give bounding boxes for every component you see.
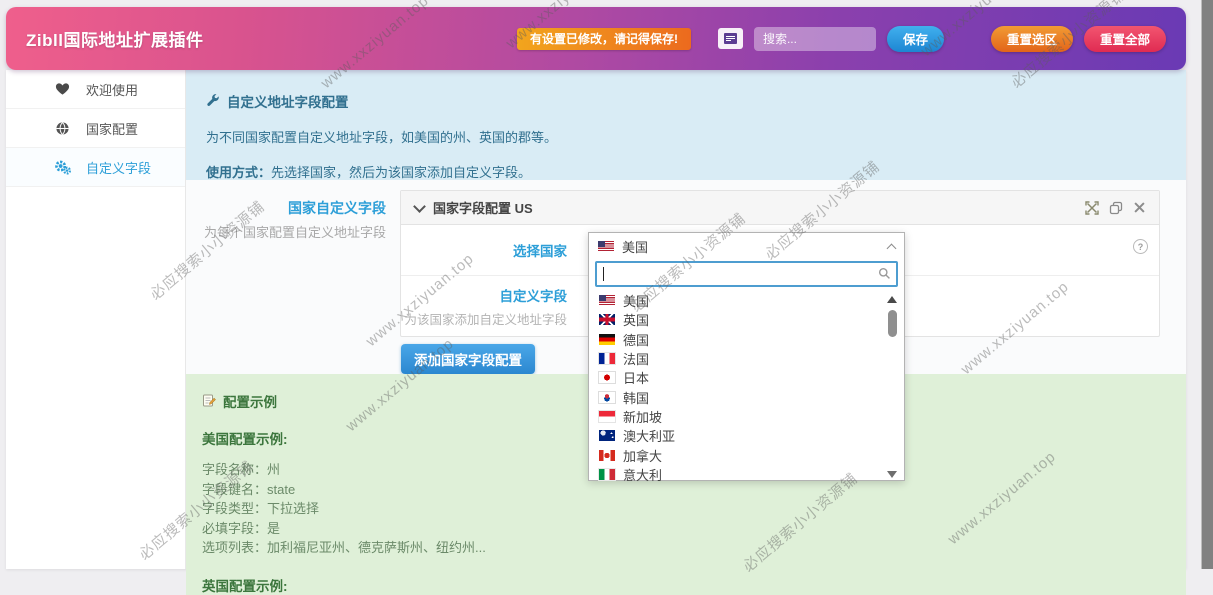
flag-jp-icon <box>599 372 615 383</box>
flag-sg-icon <box>599 411 615 422</box>
country-select-display[interactable]: 美国 <box>589 233 904 259</box>
scroll-up-arrow[interactable] <box>887 296 897 303</box>
country-option-label: 德国 <box>623 330 649 349</box>
sidebar-item-label: 国家配置 <box>86 119 138 138</box>
options-panel-button[interactable] <box>718 28 743 49</box>
selected-country-name: 美国 <box>622 237 648 256</box>
add-country-config-button[interactable]: 添加国家字段配置 <box>401 344 535 374</box>
country-option-label: 新加坡 <box>623 407 662 426</box>
country-option-label: 韩国 <box>623 388 649 407</box>
example-line: 字段类型：下拉选择 <box>202 499 1166 519</box>
country-option-label: 加拿大 <box>623 446 662 465</box>
country-option-gb[interactable]: 英国 <box>589 310 904 329</box>
info-title: 自定义地址字段配置 <box>227 91 349 111</box>
country-option-de[interactable]: 德国 <box>589 330 904 349</box>
panel-grid-icon <box>724 33 737 44</box>
wrench-icon <box>206 93 220 110</box>
country-option-au[interactable]: 澳大利亚 <box>589 426 904 445</box>
text-caret <box>603 267 604 281</box>
selected-country-flag <box>598 241 614 252</box>
flag-ca-icon <box>599 450 615 461</box>
info-box: 自定义地址字段配置 为不同国家配置自定义地址字段，如美国的州、英国的郡等。 使用… <box>186 70 1186 180</box>
chevron-up-icon <box>887 243 897 253</box>
copy-icon[interactable] <box>1108 200 1123 215</box>
country-option-label: 澳大利亚 <box>623 426 675 445</box>
custom-fields-label: 自定义字段 <box>401 285 567 305</box>
example-line: 必填字段：是 <box>202 519 1166 539</box>
page-title: Zibll国际地址扩展插件 <box>26 26 203 51</box>
expand-icon[interactable] <box>1084 200 1099 215</box>
help-icon[interactable]: ? <box>1133 239 1148 254</box>
flag-au-icon <box>599 430 615 441</box>
country-option-label: 日本 <box>623 368 649 387</box>
close-icon[interactable] <box>1132 200 1147 215</box>
memo-icon <box>202 393 216 410</box>
select-country-label: 选择国家 <box>401 240 567 260</box>
sidebar-menu: 欢迎使用国家配置自定义字段 <box>6 70 186 569</box>
country-options-list: 美国英国德国法国日本韩国新加坡澳大利亚加拿大意大利 <box>589 291 904 483</box>
country-option-ca[interactable]: 加拿大 <box>589 445 904 464</box>
scroll-down-arrow[interactable] <box>887 471 897 478</box>
info-line: 为不同国家配置自定义地址字段，如美国的州、英国的郡等。 <box>206 127 1162 146</box>
flag-de-icon <box>599 334 615 345</box>
examples-title: 配置示例 <box>223 391 277 411</box>
flag-us-icon <box>599 295 615 306</box>
magnifier-icon <box>878 267 891 285</box>
dropdown-scrollbar <box>886 293 899 481</box>
panel-title: 国家字段配置 US <box>433 198 533 217</box>
country-option-label: 法国 <box>623 349 649 368</box>
country-option-sg[interactable]: 新加坡 <box>589 407 904 426</box>
custom-fields-subtitle: 为该国家添加自定义地址字段 <box>401 309 567 328</box>
header-bar: Zibll国际地址扩展插件 有设置已修改，请记得保存! 保存 重置选区 重置全部 <box>6 7 1186 70</box>
country-option-label: 美国 <box>623 291 649 310</box>
country-option-fr[interactable]: 法国 <box>589 349 904 368</box>
sidebar-item-welcome[interactable]: 欢迎使用 <box>6 70 185 109</box>
sidebar-item-custom-fields[interactable]: 自定义字段 <box>6 148 185 187</box>
chevron-down-icon <box>413 200 426 213</box>
reset-all-button[interactable]: 重置全部 <box>1084 26 1166 52</box>
heart-icon <box>54 81 71 97</box>
flag-kr-icon <box>599 392 615 403</box>
scrollbar-thumb[interactable] <box>888 310 897 337</box>
country-option-jp[interactable]: 日本 <box>589 368 904 387</box>
flag-gb-icon <box>599 314 615 325</box>
unsaved-changes-notice[interactable]: 有设置已修改，请记得保存! <box>517 28 691 50</box>
country-option-it[interactable]: 意大利 <box>589 465 904 483</box>
country-option-kr[interactable]: 韩国 <box>589 387 904 406</box>
flag-fr-icon <box>599 353 615 364</box>
sidebar-item-label: 自定义字段 <box>86 158 151 177</box>
save-button[interactable]: 保存 <box>887 26 944 52</box>
reset-section-button[interactable]: 重置选区 <box>991 26 1073 52</box>
field-group-title: 国家自定义字段 <box>186 198 386 218</box>
flag-it-icon <box>599 469 615 480</box>
info-usage-line: 使用方式：先选择国家，然后为该国家添加自定义字段。 <box>206 162 1162 181</box>
country-search-input[interactable] <box>597 263 896 285</box>
country-option-label: 英国 <box>623 310 649 329</box>
country-select-dropdown: 美国 美国英国德国法国日本韩国新加坡澳大利亚加拿大意大利 <box>588 232 905 481</box>
country-option-us[interactable]: 美国 <box>589 291 904 310</box>
info-usage-label: 使用方式： <box>206 165 271 180</box>
sidebar-item-country-config[interactable]: 国家配置 <box>6 109 185 148</box>
cogs-icon <box>54 159 71 175</box>
uk-example-header: 英国配置示例: <box>202 575 1166 595</box>
page-scrollbar[interactable] <box>1201 0 1213 569</box>
info-usage-text: 先选择国家，然后为该国家添加自定义字段。 <box>271 165 531 180</box>
example-line: 选项列表：加利福尼亚州、德克萨斯州、纽约州... <box>202 538 1166 558</box>
sidebar-item-label: 欢迎使用 <box>86 80 138 99</box>
country-option-label: 意大利 <box>623 465 662 483</box>
globe-icon <box>54 120 71 136</box>
field-group-subtitle: 为每个国家配置自定义地址字段 <box>186 222 386 241</box>
panel-header[interactable]: 国家字段配置 US <box>401 191 1159 225</box>
search-input[interactable] <box>754 27 876 51</box>
